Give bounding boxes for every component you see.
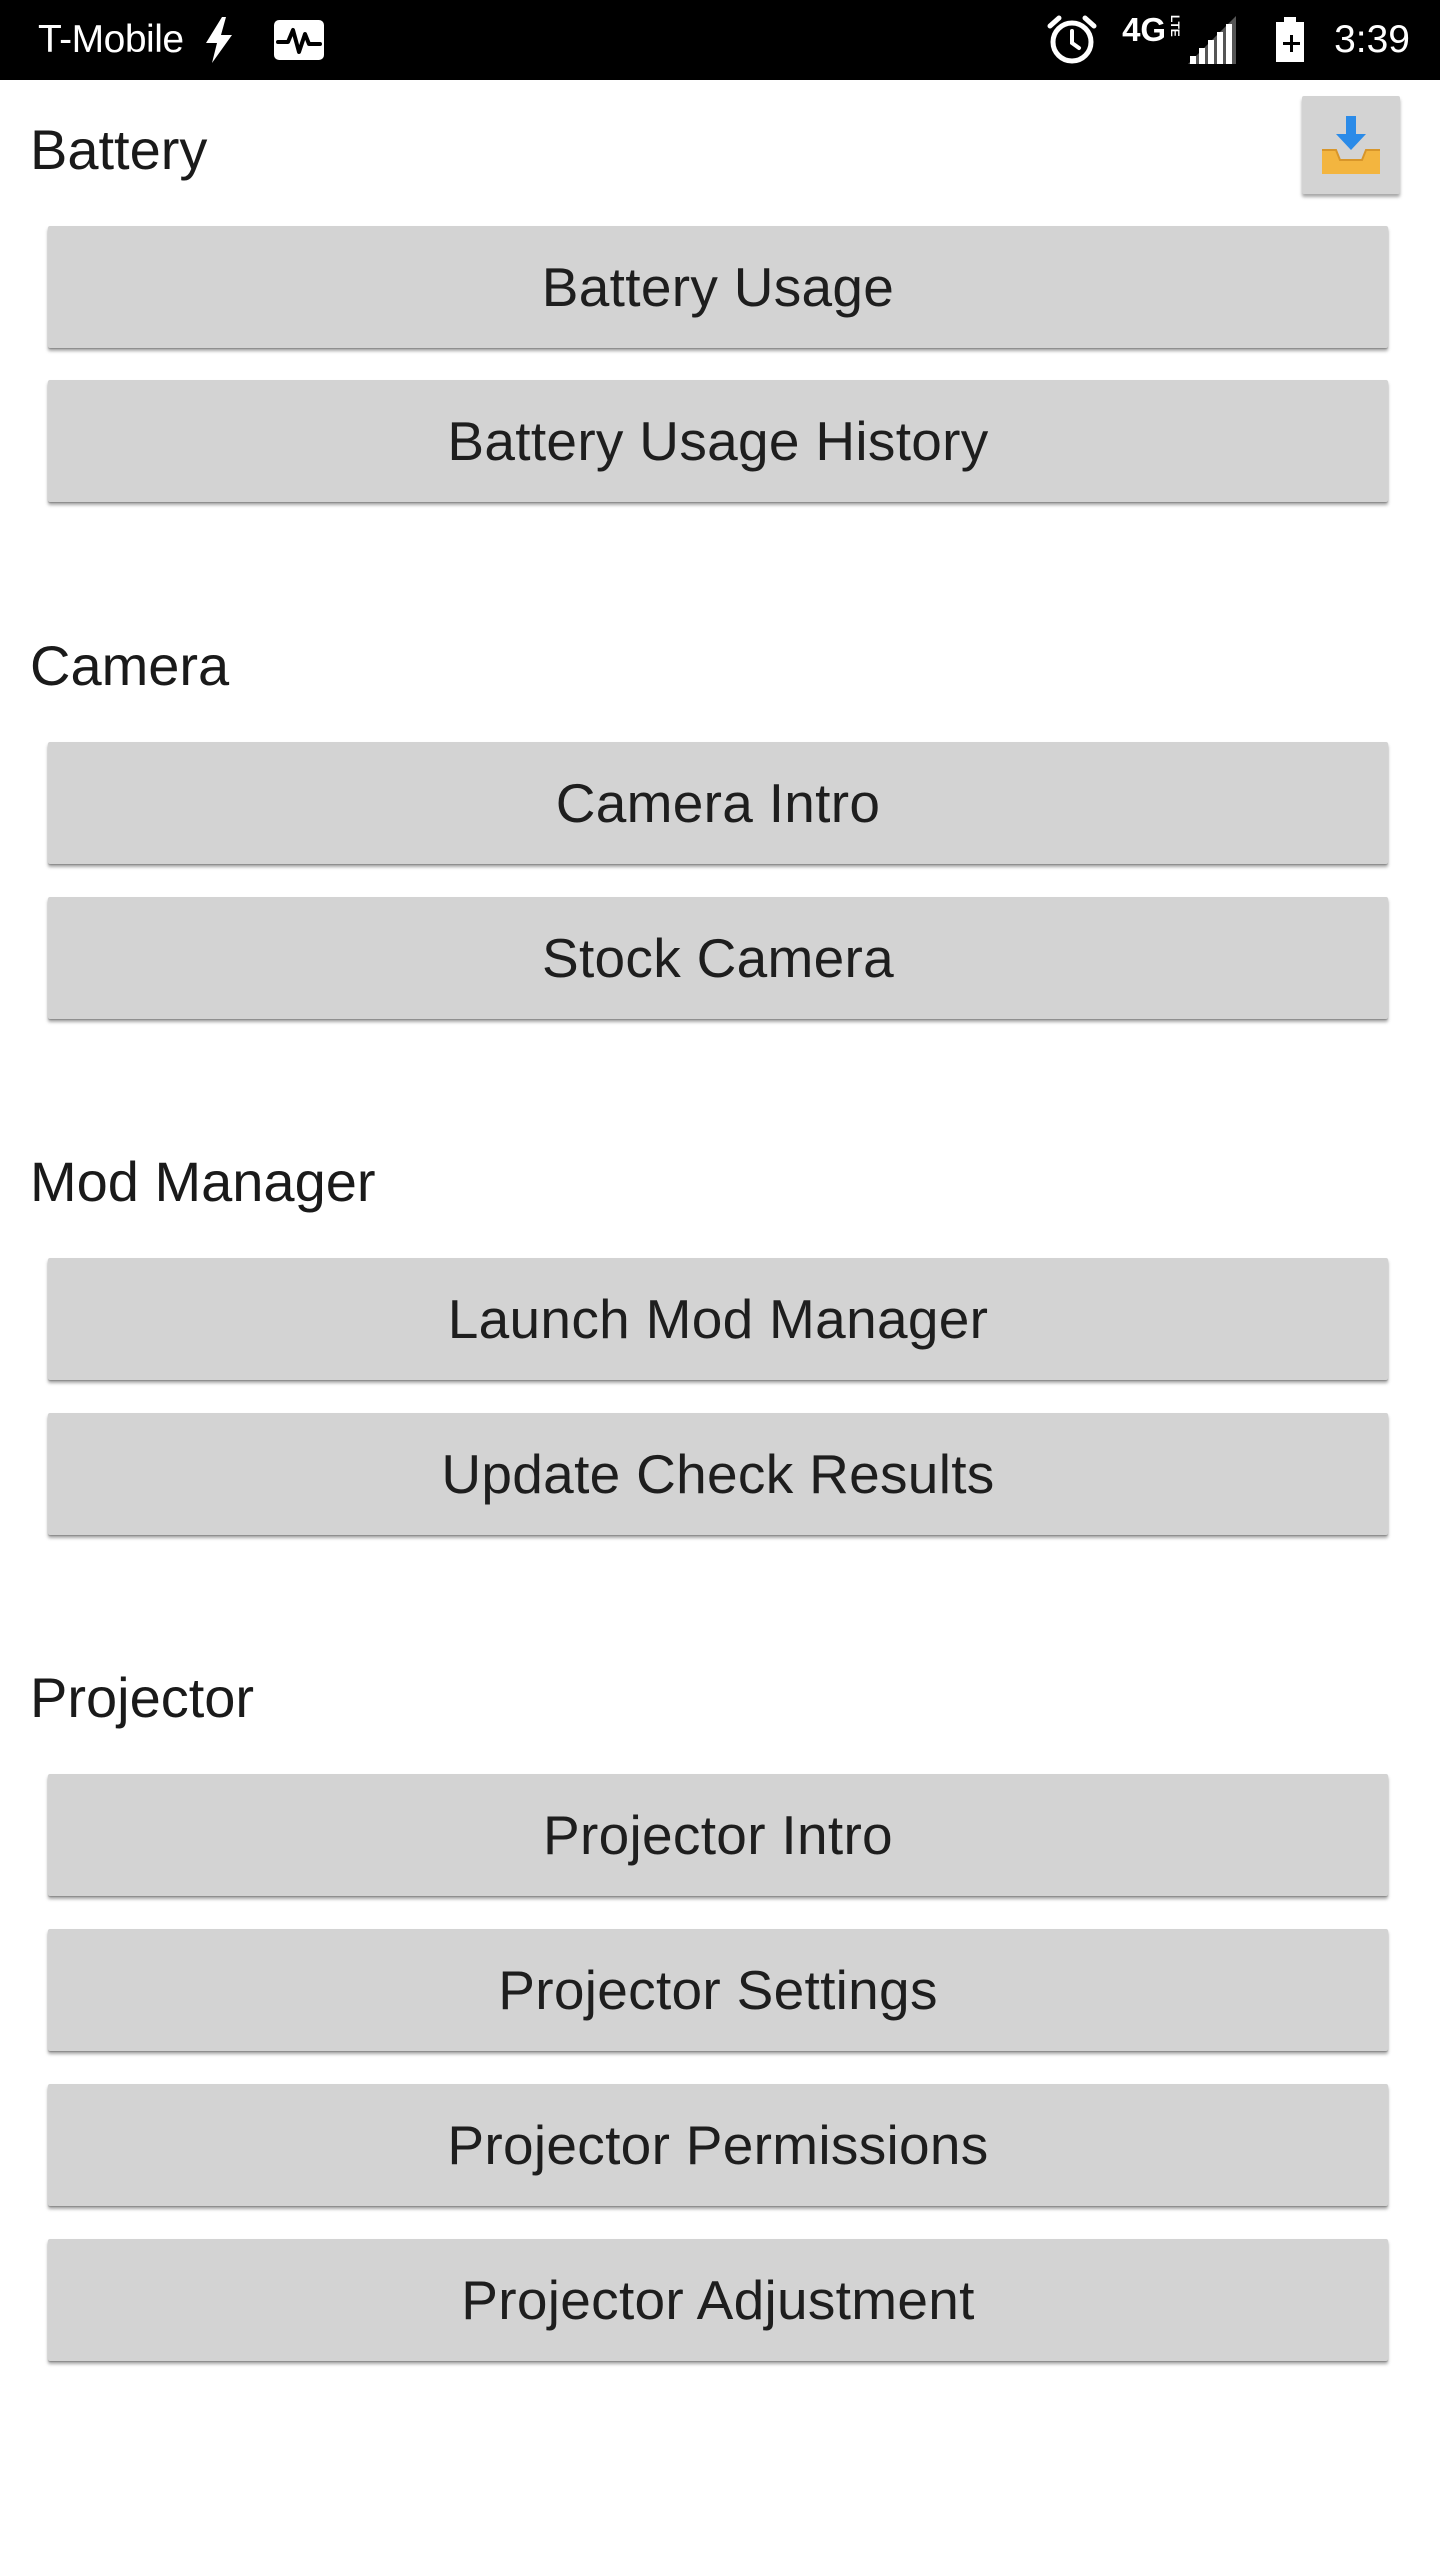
network-type: 4G: [1122, 11, 1167, 48]
activity-pulse-icon: [272, 18, 326, 62]
projector-intro-button[interactable]: Projector Intro: [48, 1774, 1388, 1896]
status-bar-left: T-Mobile: [38, 0, 326, 80]
projector-adjustment-button[interactable]: Projector Adjustment: [48, 2239, 1388, 2361]
alarm-clock-icon: [1046, 14, 1098, 66]
battery-usage-button[interactable]: Battery Usage: [48, 226, 1388, 348]
section-title-projector: Projector: [30, 1666, 255, 1729]
status-bar: T-Mobile 4G LTE 3:39: [0, 0, 1440, 80]
carrier-name: T-Mobile: [38, 18, 184, 61]
section-title-battery: Battery: [30, 118, 208, 181]
download-button[interactable]: [1302, 96, 1400, 194]
download-tray-icon: [1318, 112, 1384, 178]
section-title-mod-manager: Mod Manager: [30, 1150, 376, 1213]
battery-usage-history-button[interactable]: Battery Usage History: [48, 380, 1388, 502]
network-sub-type: LTE: [1168, 15, 1183, 37]
signal-strength-icon: [1186, 14, 1238, 66]
launch-mod-manager-button[interactable]: Launch Mod Manager: [48, 1258, 1388, 1380]
update-check-results-button[interactable]: Update Check Results: [48, 1413, 1388, 1535]
section-title-camera: Camera: [30, 634, 230, 697]
stock-camera-button[interactable]: Stock Camera: [48, 897, 1388, 1019]
projector-permissions-button[interactable]: Projector Permissions: [48, 2084, 1388, 2206]
camera-intro-button[interactable]: Camera Intro: [48, 742, 1388, 864]
clock: 3:39: [1334, 18, 1410, 61]
status-bar-right: 4G LTE 3:39: [1046, 0, 1410, 80]
charging-bolt-icon: [202, 15, 236, 65]
projector-settings-button[interactable]: Projector Settings: [48, 1929, 1388, 2051]
battery-charging-icon: [1268, 14, 1310, 66]
